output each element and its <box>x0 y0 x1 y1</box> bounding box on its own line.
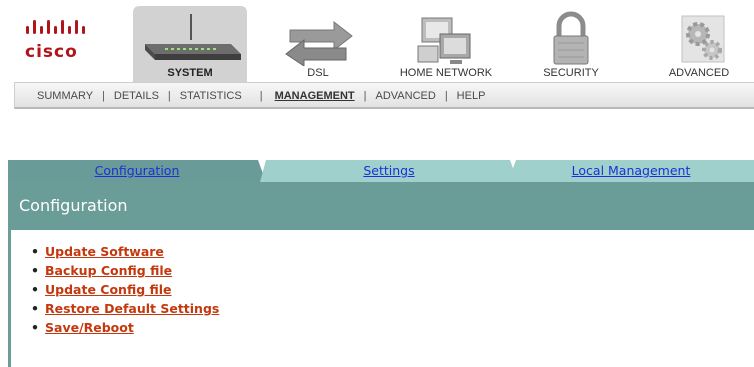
nav-tab-label: HOME NETWORK <box>399 67 493 79</box>
tab-configuration[interactable]: Configuration <box>8 160 266 182</box>
nav-tab-security[interactable]: SECURITY <box>516 6 626 82</box>
nav-tab-label: DSL <box>307 67 329 79</box>
backup-config-file-link[interactable]: Backup Config file <box>45 263 172 278</box>
subnav-details[interactable]: DETAILS <box>114 90 159 102</box>
subnav-statistics[interactable]: STATISTICS <box>180 90 242 102</box>
tab-local-management-link[interactable]: Local Management <box>572 163 691 178</box>
list-item: • Restore Default Settings <box>31 299 219 318</box>
transfer-arrows-icon <box>285 20 353 66</box>
nav-tab-home-network[interactable]: HOME NETWORK <box>388 6 504 82</box>
subnav-help[interactable]: HELP <box>457 90 486 102</box>
page-title: Configuration <box>19 196 128 215</box>
cisco-bars-icon <box>26 20 85 34</box>
subnav-separator: | <box>102 90 105 102</box>
content-tab-strip: Configuration Settings Local Management <box>8 160 754 182</box>
update-software-link[interactable]: Update Software <box>45 244 164 259</box>
panel-body: • Update Software • Backup Config file •… <box>8 230 754 367</box>
nav-tab-dsl[interactable]: DSL <box>260 6 376 82</box>
tab-settings[interactable]: Settings <box>260 160 518 182</box>
list-item: • Backup Config file <box>31 261 219 280</box>
subnav-separator: | <box>167 90 171 102</box>
panel-header: Configuration <box>8 182 754 230</box>
nav-tab-label: SYSTEM <box>167 67 213 79</box>
cisco-logo: cisco <box>22 14 102 64</box>
list-item: • Update Config file <box>31 280 219 299</box>
subnav-advanced[interactable]: ADVANCED <box>376 90 436 102</box>
nav-tab-label: SECURITY <box>543 67 599 79</box>
bullet-icon: • <box>31 301 39 316</box>
tab-settings-link[interactable]: Settings <box>363 163 414 178</box>
nav-tab-system[interactable]: SYSTEM <box>133 6 247 82</box>
subnav-separator: | <box>363 90 367 102</box>
subnav-separator: | <box>259 90 263 102</box>
update-config-file-link[interactable]: Update Config file <box>45 282 172 297</box>
padlock-icon <box>553 11 589 65</box>
router-icon <box>145 14 241 60</box>
sub-navigation-bar: SUMMARY | DETAILS | STATISTICS | MANAGEMENT | AD… <box>14 82 754 109</box>
configuration-link-list: • Update Software • Backup Config file •… <box>31 242 219 337</box>
list-item: • Save/Reboot <box>31 318 219 337</box>
bullet-icon: • <box>31 263 39 278</box>
logo-wordmark: cisco <box>25 42 78 62</box>
list-item: • Update Software <box>31 242 219 261</box>
gears-icon <box>681 15 725 63</box>
save-reboot-link[interactable]: Save/Reboot <box>45 320 134 335</box>
subnav-management[interactable]: MANAGEMENT <box>275 90 355 102</box>
computers-icon <box>417 17 471 64</box>
router-admin-page: cisco SYSTEM DSL HOME NETWORK SECURITY A… <box>0 0 754 367</box>
nav-tab-advanced[interactable]: ADVANCED <box>646 6 752 82</box>
tab-configuration-link[interactable]: Configuration <box>95 163 180 178</box>
subnav-summary[interactable]: SUMMARY <box>37 90 93 102</box>
tab-local-management[interactable]: Local Management <box>508 160 754 182</box>
subnav-separator: | <box>444 90 448 102</box>
bullet-icon: • <box>31 244 39 259</box>
bullet-icon: • <box>31 320 39 335</box>
restore-default-settings-link[interactable]: Restore Default Settings <box>45 301 219 316</box>
sub-navigation-list: SUMMARY | DETAILS | STATISTICS | MANAGEMENT | AD… <box>37 90 485 102</box>
nav-tab-label: ADVANCED <box>668 67 730 79</box>
bullet-icon: • <box>31 282 39 297</box>
